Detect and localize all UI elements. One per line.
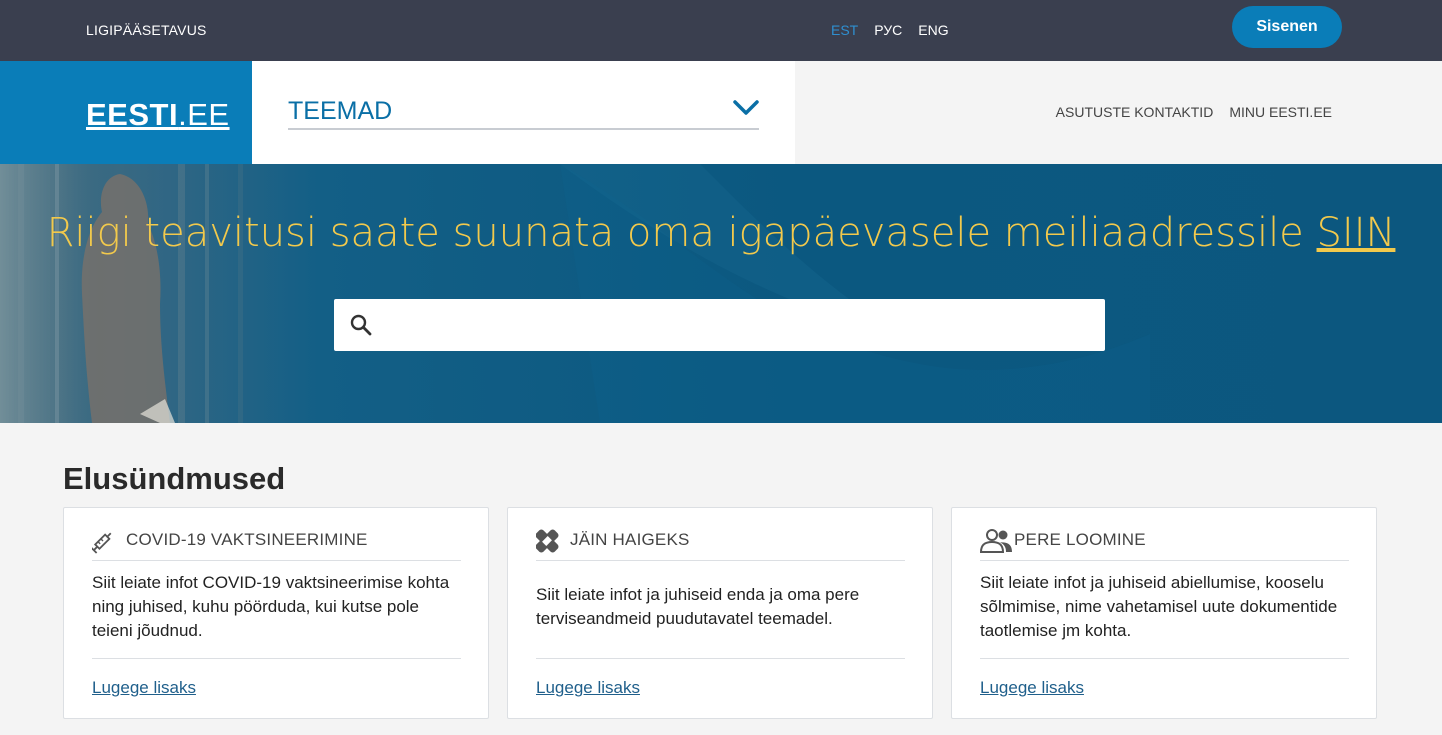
read-more-link[interactable]: Lugege lisaks bbox=[536, 678, 640, 698]
read-more-link[interactable]: Lugege lisaks bbox=[92, 678, 196, 698]
search-bar bbox=[334, 299, 1105, 351]
card-divider bbox=[92, 658, 461, 659]
search-input[interactable] bbox=[386, 299, 1096, 351]
read-more-link[interactable]: Lugege lisaks bbox=[980, 678, 1084, 698]
card-title: COVID-19 VAKTSINEERIMINE bbox=[126, 530, 368, 549]
card-header: PERE LOOMINE bbox=[980, 526, 1349, 561]
accessibility-link[interactable]: LIGIPÄÄSETAVUS bbox=[86, 22, 207, 38]
hero-banner: Riigi teavitusi saate suunata oma igapäe… bbox=[0, 164, 1442, 423]
language-rus[interactable]: РУС bbox=[874, 22, 902, 38]
life-event-card: JÄIN HAIGEKS Siit leiate infot ja juhise… bbox=[507, 507, 933, 719]
topics-dropdown[interactable]: TEEMAD bbox=[288, 95, 759, 130]
bandage-icon bbox=[536, 529, 559, 553]
card-title: PERE LOOMINE bbox=[1014, 530, 1146, 549]
people-icon bbox=[980, 529, 1012, 553]
syringe-icon bbox=[92, 532, 112, 554]
card-header: COVID-19 VAKTSINEERIMINE bbox=[92, 526, 461, 561]
agency-contacts-link[interactable]: ASUTUSTE KONTAKTID bbox=[1056, 104, 1214, 120]
language-est[interactable]: EST bbox=[831, 22, 858, 38]
hero-title-text: Riigi teavitusi saate suunata oma igapäe… bbox=[46, 210, 1317, 256]
my-eesti-link[interactable]: MINU EESTI.EE bbox=[1229, 104, 1332, 120]
hero-title-link[interactable]: SIIN bbox=[1317, 210, 1396, 256]
logo-suffix-text: .EE bbox=[178, 97, 230, 132]
login-button[interactable]: Sisenen bbox=[1232, 6, 1342, 48]
language-eng[interactable]: ENG bbox=[918, 22, 948, 38]
logo-bold-text: EESTI bbox=[86, 97, 179, 132]
hero-title: Riigi teavitusi saate suunata oma igapäe… bbox=[0, 210, 1442, 256]
header-links: ASUTUSTE KONTAKTID MINU EESTI.EE bbox=[1056, 104, 1332, 120]
card-header: JÄIN HAIGEKS bbox=[536, 526, 905, 561]
logo-area: EESTI.EE bbox=[0, 61, 252, 164]
card-divider bbox=[536, 658, 905, 659]
card-description: Siit leiate infot COVID-19 vaktsineerimi… bbox=[92, 573, 450, 640]
site-header: EESTI.EE TEEMAD ASUTUSTE KONTAKTID MINU … bbox=[0, 61, 1442, 164]
top-bar: LIGIPÄÄSETAVUS EST РУС ENG Sisenen bbox=[0, 0, 1442, 61]
card-description: Siit leiate infot ja juhiseid abiellumis… bbox=[980, 573, 1338, 640]
topics-area: TEEMAD bbox=[252, 61, 795, 164]
language-switcher: EST РУС ENG bbox=[831, 22, 949, 38]
card-divider bbox=[980, 658, 1349, 659]
site-logo[interactable]: EESTI.EE bbox=[86, 97, 230, 133]
chevron-down-icon bbox=[733, 100, 759, 115]
life-events-title: Elusündmused bbox=[63, 461, 286, 496]
hero-background-image bbox=[0, 164, 1150, 423]
search-icon[interactable] bbox=[349, 313, 373, 337]
card-title: JÄIN HAIGEKS bbox=[570, 530, 690, 549]
card-description: Siit leiate infot ja juhiseid enda ja om… bbox=[536, 585, 860, 628]
topics-label: TEEMAD bbox=[288, 97, 393, 125]
life-event-card: PERE LOOMINE Siit leiate infot ja juhise… bbox=[951, 507, 1377, 719]
life-event-card: COVID-19 VAKTSINEERIMINE Siit leiate inf… bbox=[63, 507, 489, 719]
